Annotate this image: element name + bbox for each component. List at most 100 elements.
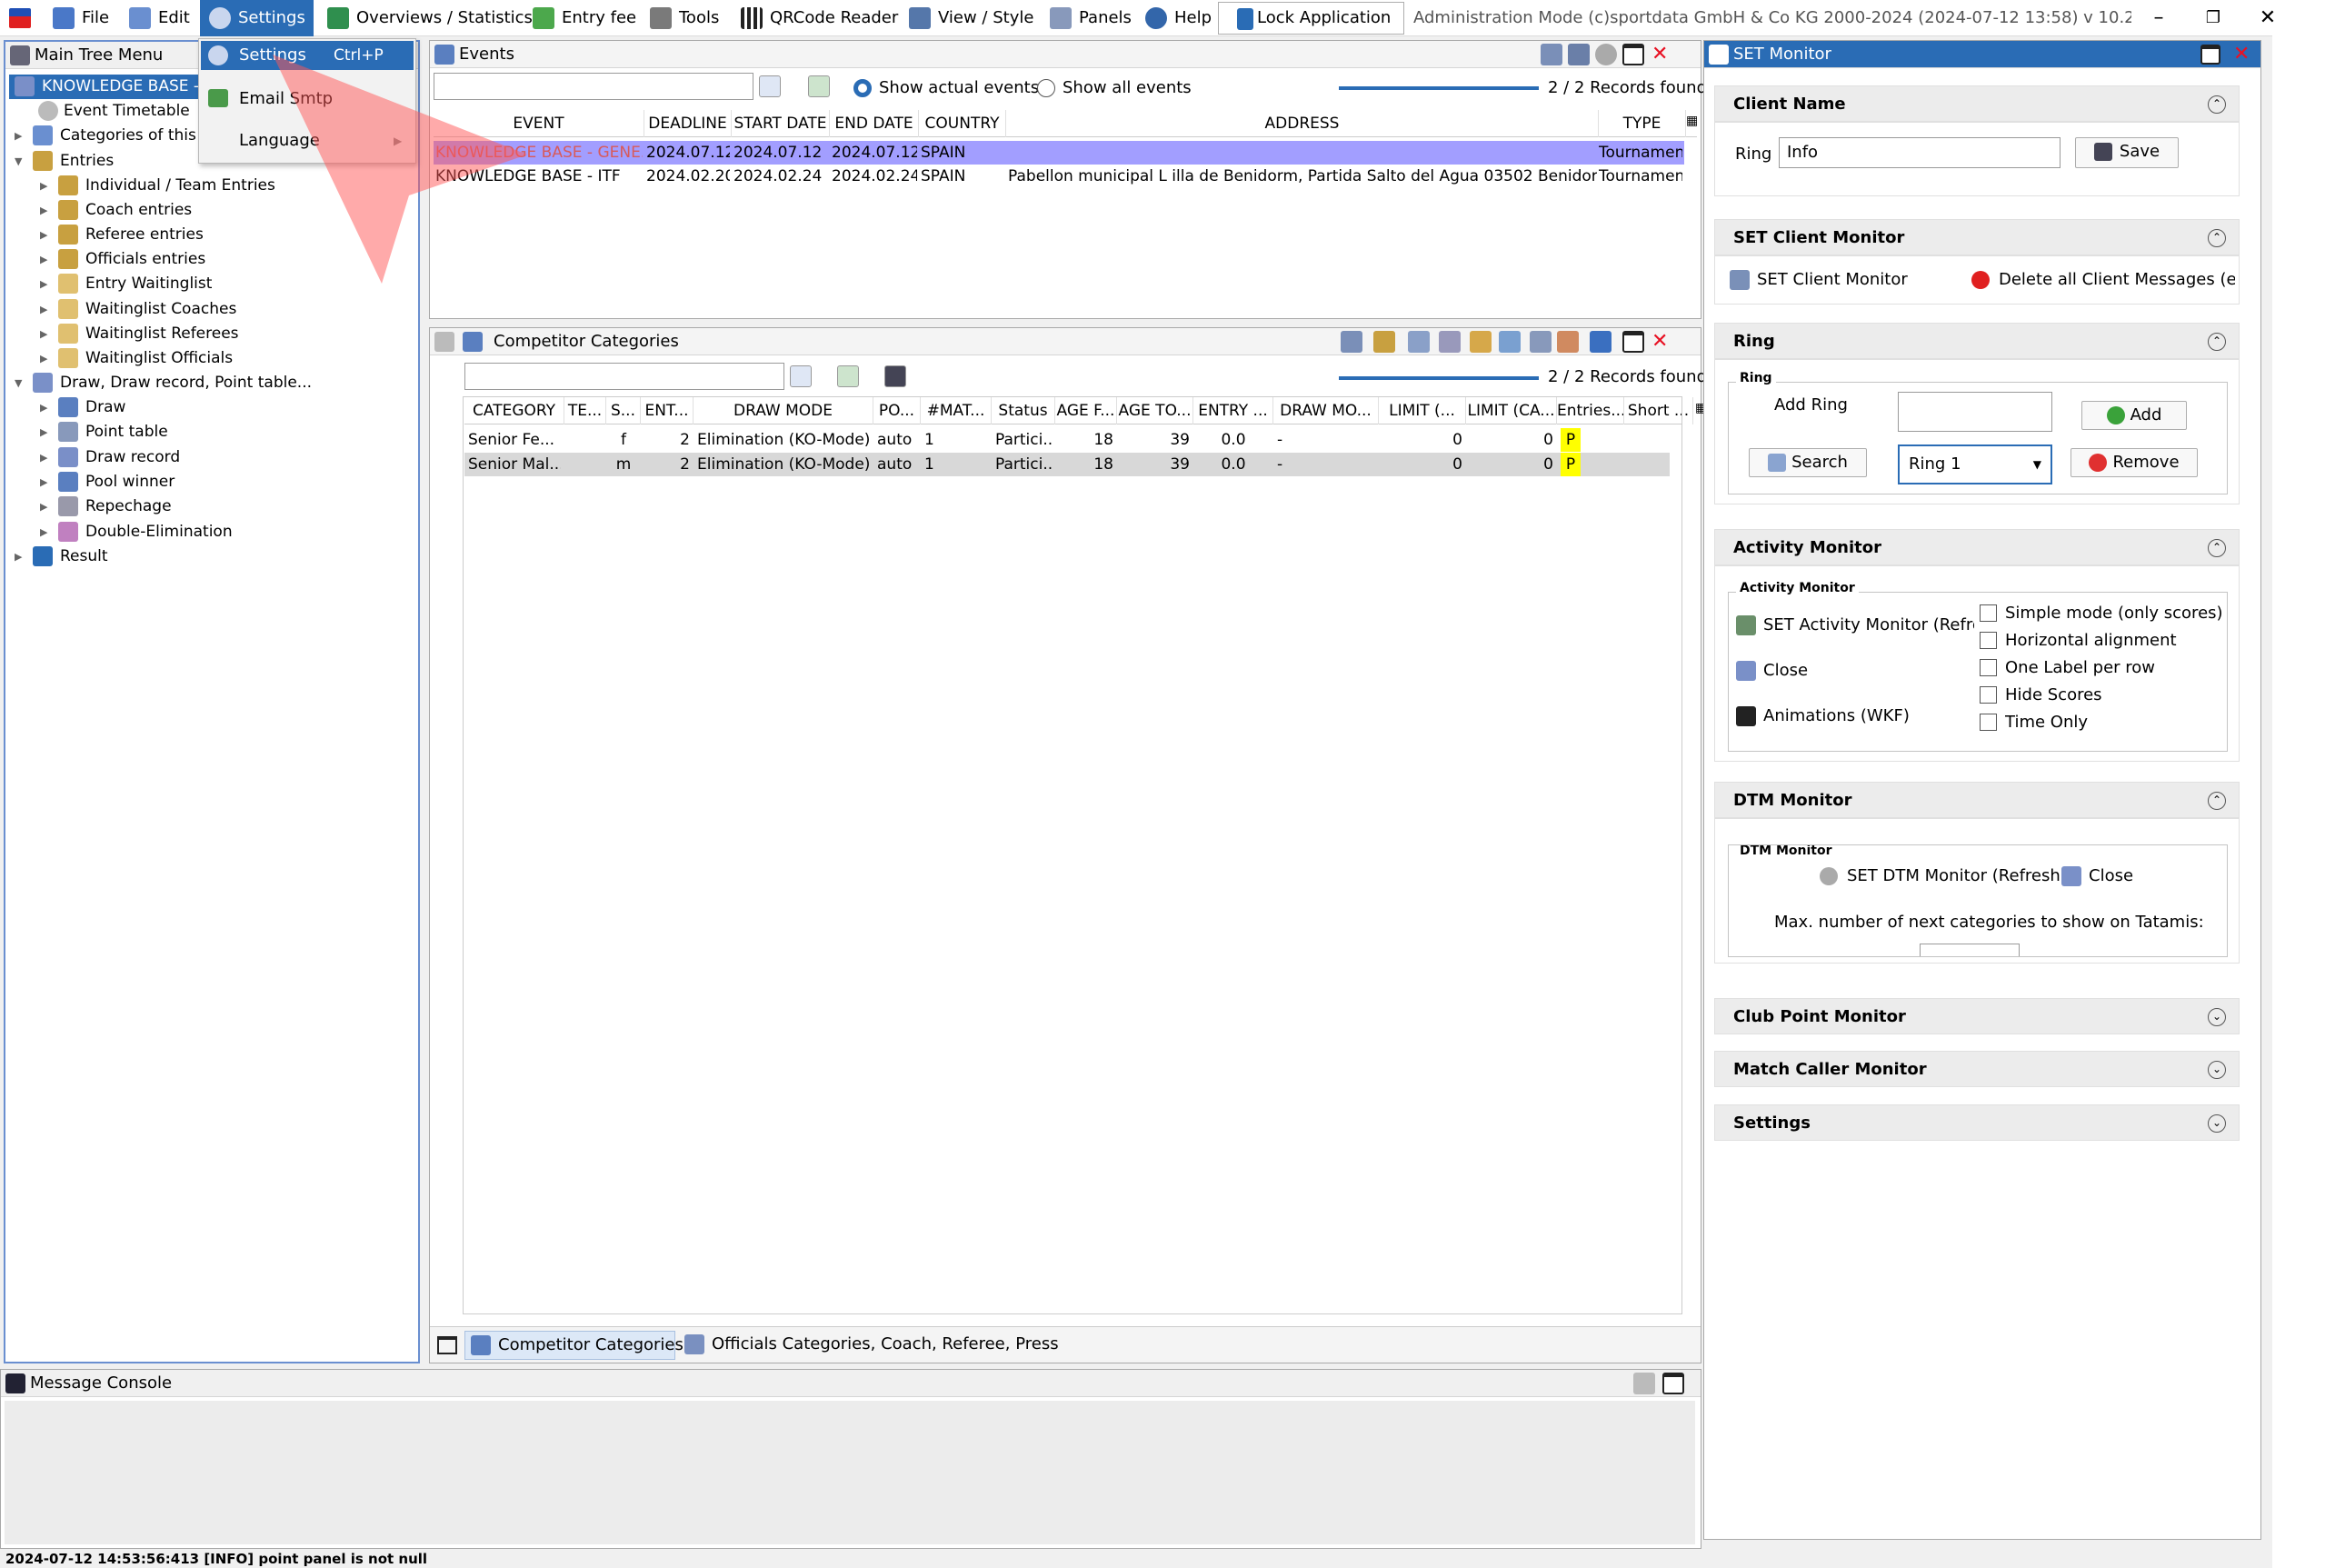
grid-icon[interactable]: [1590, 331, 1612, 353]
menu-panels[interactable]: Panels: [1041, 0, 1145, 36]
col-header[interactable]: ENTRY ...: [1193, 397, 1273, 424]
col-header[interactable]: LIMIT (...: [1379, 397, 1466, 424]
col-header[interactable]: CATEGORY: [464, 397, 564, 424]
checkbox[interactable]: [1980, 604, 1997, 622]
maximize-icon[interactable]: [2200, 45, 2220, 65]
menu-settings[interactable]: Settings: [200, 0, 314, 36]
collapse-icon[interactable]: ⌃: [2208, 333, 2226, 351]
section-match-caller-monitor[interactable]: Match Caller Monitor ⌄: [1714, 1051, 2240, 1087]
tab-officials-categories[interactable]: Officials Categories, Coach, Referee, Pr…: [679, 1331, 1059, 1360]
collapse-icon[interactable]: ⌃: [2208, 539, 2226, 557]
tree-expander-icon[interactable]: ▶: [40, 322, 53, 346]
minimize-button[interactable]: –: [2131, 0, 2186, 36]
tree-expander-icon[interactable]: ▶: [40, 420, 53, 444]
lock-application-button[interactable]: Lock Application: [1218, 2, 1404, 35]
tree-expander-icon[interactable]: ▶: [40, 445, 53, 470]
menu-tools[interactable]: Tools: [641, 0, 732, 36]
maximize-icon[interactable]: [1622, 44, 1644, 65]
add-ring-button[interactable]: Add: [2081, 401, 2187, 430]
tree-item[interactable]: ▶ Officials entries: [5, 247, 414, 272]
set-monitor-close-icon[interactable]: ✕: [2233, 44, 2250, 65]
trash-icon[interactable]: [1633, 1373, 1655, 1394]
section-activity-monitor[interactable]: Activity Monitor ⌃: [1714, 529, 2240, 565]
col-deadline[interactable]: DEADLINE: [644, 110, 732, 137]
tree-expander-icon[interactable]: ▶: [40, 223, 53, 247]
tree-expander-icon[interactable]: ▶: [40, 470, 53, 494]
menu-view-style[interactable]: View / Style: [900, 0, 1036, 36]
table-row[interactable]: Senior Fe... f 2 Elimination (KO-Mode)... au…: [464, 428, 1670, 452]
tree-expander-icon[interactable]: ▼: [15, 149, 27, 174]
set-client-monitor-button[interactable]: SET Client Monitor: [1730, 267, 1908, 293]
remove-ring-button[interactable]: Remove: [2071, 448, 2198, 477]
tree-item[interactable]: ▶ Waitinglist Coaches: [5, 297, 414, 322]
col-header[interactable]: DRAW MODE: [694, 397, 873, 424]
search-icon[interactable]: [790, 365, 812, 387]
col-type[interactable]: TYPE: [1599, 110, 1686, 137]
col-header[interactable]: #MAT...: [921, 397, 992, 424]
col-header[interactable]: TE...: [564, 397, 606, 424]
expand-icon[interactable]: ⌄: [2208, 1061, 2226, 1079]
tree-item[interactable]: ▶ Waitinglist Referees: [5, 322, 414, 346]
option-checkbox[interactable]: Horizontal alignment: [1980, 629, 2225, 653]
activity-close-button[interactable]: Close: [1736, 658, 1808, 684]
tree-item[interactable]: ▶ Coach entries: [5, 198, 414, 223]
expand-icon[interactable]: ⌄: [2208, 1114, 2226, 1133]
collapse-icon[interactable]: ⌃: [2208, 95, 2226, 114]
col-header[interactable]: AGE TO...: [1117, 397, 1193, 424]
tree-expander-icon[interactable]: ▶: [15, 544, 27, 569]
col-header[interactable]: Short ...: [1624, 397, 1693, 424]
certificate-icon[interactable]: [1470, 331, 1492, 353]
tree-item[interactable]: ▶ Waitinglist Officials: [5, 346, 414, 371]
list-icon[interactable]: [1408, 331, 1430, 353]
save-button[interactable]: Save: [2075, 137, 2179, 168]
menu-item-settings[interactable]: Settings Ctrl+P: [201, 41, 414, 70]
tree-expander-icon[interactable]: ▶: [40, 395, 53, 420]
max-categories-spinner[interactable]: [1920, 944, 2020, 956]
events-close-icon[interactable]: ✕: [1651, 44, 1668, 65]
close-window-button[interactable]: ✕: [2240, 0, 2295, 36]
col-end-date[interactable]: END DATE: [830, 110, 919, 137]
option-checkbox[interactable]: Hide Scores: [1980, 684, 2225, 707]
option-checkbox[interactable]: Time Only: [1980, 711, 2225, 734]
tree-item[interactable]: ▶ Repechage: [5, 494, 414, 519]
tree-item[interactable]: ▶ Double-Elimination: [5, 520, 414, 544]
column-chooser-icon[interactable]: ▦: [1686, 114, 1698, 128]
refresh-icon[interactable]: [837, 365, 859, 387]
table-row[interactable]: Senior Mal... m 2 Elimination (KO-Mode)... a…: [464, 453, 1670, 476]
tree-item[interactable]: ▼ Draw, Draw record, Point table...: [5, 371, 414, 395]
radio-actual-events[interactable]: [853, 79, 872, 97]
paste-icon[interactable]: [1373, 331, 1395, 353]
tree-item[interactable]: ▶ Draw: [5, 395, 414, 420]
copy-icon[interactable]: [434, 332, 454, 352]
col-event[interactable]: EVENT: [434, 110, 644, 137]
maximize-icon[interactable]: [1622, 331, 1644, 353]
tree-expander-icon[interactable]: ▶: [40, 174, 53, 198]
option-checkbox[interactable]: One Label per row: [1980, 656, 2225, 680]
col-header[interactable]: S...: [606, 397, 641, 424]
tree-expander-icon[interactable]: ▶: [40, 297, 53, 322]
menu-edit[interactable]: Edit: [120, 0, 202, 36]
checkbox[interactable]: [1980, 686, 1997, 704]
col-country[interactable]: COUNTRY: [919, 110, 1006, 137]
client-name-input[interactable]: Info: [1779, 137, 2061, 168]
restore-panel-icon[interactable]: [437, 1336, 457, 1354]
menu-help[interactable]: Help: [1136, 0, 1218, 36]
numbered-list-icon[interactable]: [1439, 331, 1461, 353]
ring-select[interactable]: Ring 1 ▼: [1898, 444, 2052, 484]
col-header[interactable]: DRAW MO...: [1273, 397, 1379, 424]
section-dtm-monitor[interactable]: DTM Monitor ⌃: [1714, 782, 2240, 818]
col-header[interactable]: Status: [992, 397, 1055, 424]
events-search-input[interactable]: [434, 73, 753, 100]
tree-expander-icon[interactable]: ▶: [40, 520, 53, 544]
menu-overviews-statistics[interactable]: Overviews / Statistics: [318, 0, 533, 36]
animations-wkf-button[interactable]: Animations (WKF): [1736, 704, 1910, 729]
checkbox[interactable]: [1980, 659, 1997, 676]
radio-all-events[interactable]: [1037, 79, 1055, 97]
set-dtm-monitor-button[interactable]: SET DTM Monitor (Refresh): [1820, 864, 2067, 889]
section-settings[interactable]: Settings ⌄: [1714, 1104, 2240, 1141]
table-row[interactable]: KNOWLEDGE BASE - GENE... 2024.07.12 2024…: [434, 141, 1684, 165]
dtm-close-button[interactable]: Close: [2061, 864, 2133, 889]
tab-competitor-categories[interactable]: Competitor Categories: [464, 1331, 684, 1360]
section-ring[interactable]: Ring ⌃: [1714, 323, 2240, 359]
tree-expander-icon[interactable]: ▶: [15, 124, 27, 148]
